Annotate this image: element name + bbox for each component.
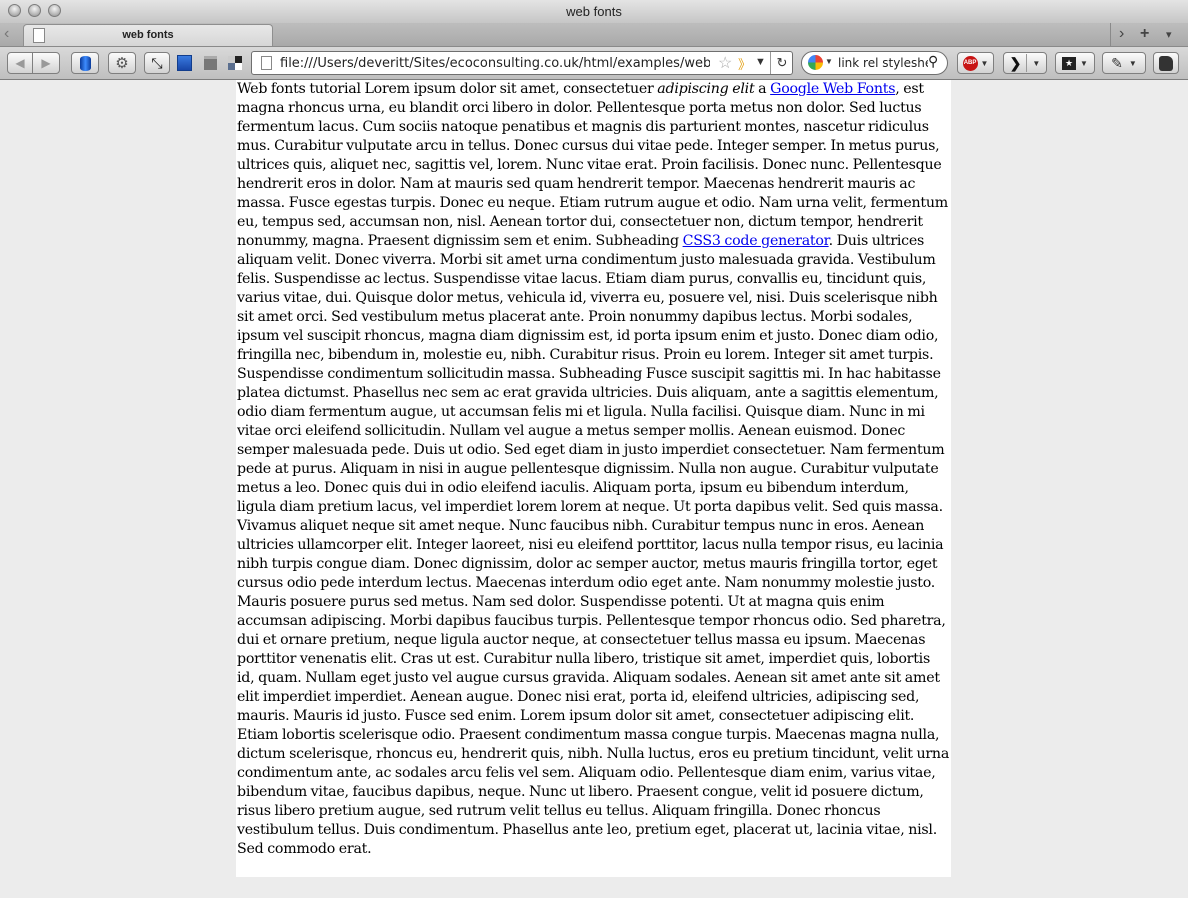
tab-label: web fonts (122, 29, 174, 41)
search-bar[interactable]: ▼ link rel styleshe ⚲ (801, 51, 948, 75)
tab-scroll-left-icon[interactable]: ‹ (4, 25, 9, 43)
list-tabs-icon[interactable]: ▾ (1166, 28, 1172, 41)
chevron-right-icon: ❯ (1009, 54, 1022, 71)
resize-button[interactable]: ⤡ (144, 52, 170, 74)
adblock-icon: ABP (962, 55, 978, 71)
navigation-toolbar: ◀ ▶ ⚙ ⤡ file:///Users/deveritt/Sites/eco… (0, 47, 1188, 80)
page-viewport: Web fonts tutorial Lorem ipsum dolor sit… (0, 80, 1188, 898)
forward-arrow-icon: ▶ (41, 56, 51, 70)
tab-scroll-right-icon[interactable]: › (1119, 25, 1124, 43)
chevron-down-icon: ▼ (980, 58, 989, 68)
engine-dropdown-icon[interactable]: ▼ (825, 57, 833, 66)
back-arrow-icon: ◀ (15, 56, 25, 70)
extension-arrow-button[interactable]: ❯ ▼ (1003, 52, 1047, 74)
tools-menu-button[interactable]: ✎ ▼ (1102, 52, 1146, 74)
page-content: Web fonts tutorial Lorem ipsum dolor sit… (236, 80, 951, 877)
emphasis-text: adipiscing elit (657, 81, 755, 97)
rss-feed-icon[interactable]: 》 (738, 54, 751, 73)
evernote-button[interactable] (1153, 52, 1179, 74)
text-segment: Web fonts tutorial Lorem ipsum dolor sit… (237, 81, 658, 97)
history-dropdown-icon[interactable]: ▼ (755, 56, 766, 68)
package-icon (203, 56, 217, 70)
package-button[interactable] (200, 52, 220, 74)
web-developer-button[interactable] (174, 52, 194, 74)
wrench-icon: ✎ (1111, 54, 1123, 71)
settings-button[interactable]: ⚙ (108, 52, 136, 74)
grid-icon (228, 56, 242, 70)
body-paragraph: Web fonts tutorial Lorem ipsum dolor sit… (237, 80, 951, 859)
chevron-down-icon: ▼ (1128, 58, 1137, 68)
bookmarks-menu-button[interactable]: ★ ▼ (1055, 52, 1095, 74)
google-web-fonts-link[interactable]: Google Web Fonts (770, 81, 895, 97)
google-search-engine-icon[interactable] (808, 55, 823, 70)
tab-web-fonts[interactable]: web fonts (23, 24, 273, 46)
forward-button[interactable]: ▶ (32, 52, 60, 74)
text-segment: , est magna rhoncus urna, eu blandit orc… (237, 81, 948, 249)
evernote-elephant-icon (1159, 55, 1173, 71)
chevron-down-icon: ▼ (1080, 58, 1088, 68)
adblock-button[interactable]: ABP ▼ (957, 52, 994, 74)
window-blue-icon (176, 55, 192, 71)
back-button[interactable]: ◀ (7, 52, 33, 74)
gear-icon: ⚙ (115, 55, 129, 72)
chevron-down-icon: ▼ (1032, 58, 1041, 68)
expand-arrows-icon: ⤡ (151, 54, 163, 71)
database-icon (79, 55, 91, 71)
search-input[interactable]: link rel styleshe (838, 56, 928, 70)
bookmarks-star-icon: ★ (1062, 56, 1077, 70)
window-title: web fonts (566, 4, 622, 19)
tab-strip: ‹ web fonts › + ▾ (0, 23, 1188, 47)
url-text: file:///Users/deveritt/Sites/ecoconsulti… (280, 56, 710, 71)
file-page-icon (261, 56, 272, 70)
text-segment: . Duis ultrices aliquam velit. Donec viv… (237, 233, 950, 857)
search-icon[interactable]: ⚲ (928, 53, 938, 70)
bookmark-star-icon[interactable]: ☆ (718, 53, 732, 73)
split-divider (1026, 54, 1028, 72)
reload-icon[interactable]: ↻ (770, 52, 793, 74)
database-button[interactable] (71, 52, 99, 74)
title-bar: web fonts (0, 0, 1188, 23)
new-tab-icon[interactable]: + (1140, 25, 1149, 43)
css3-code-generator-link[interactable]: CSS3 code generator (683, 233, 829, 249)
tab-divider (1110, 23, 1111, 46)
url-bar[interactable]: file:///Users/deveritt/Sites/ecoconsulti… (251, 51, 793, 75)
layout-button[interactable] (225, 52, 245, 74)
text-segment: a (754, 81, 771, 97)
